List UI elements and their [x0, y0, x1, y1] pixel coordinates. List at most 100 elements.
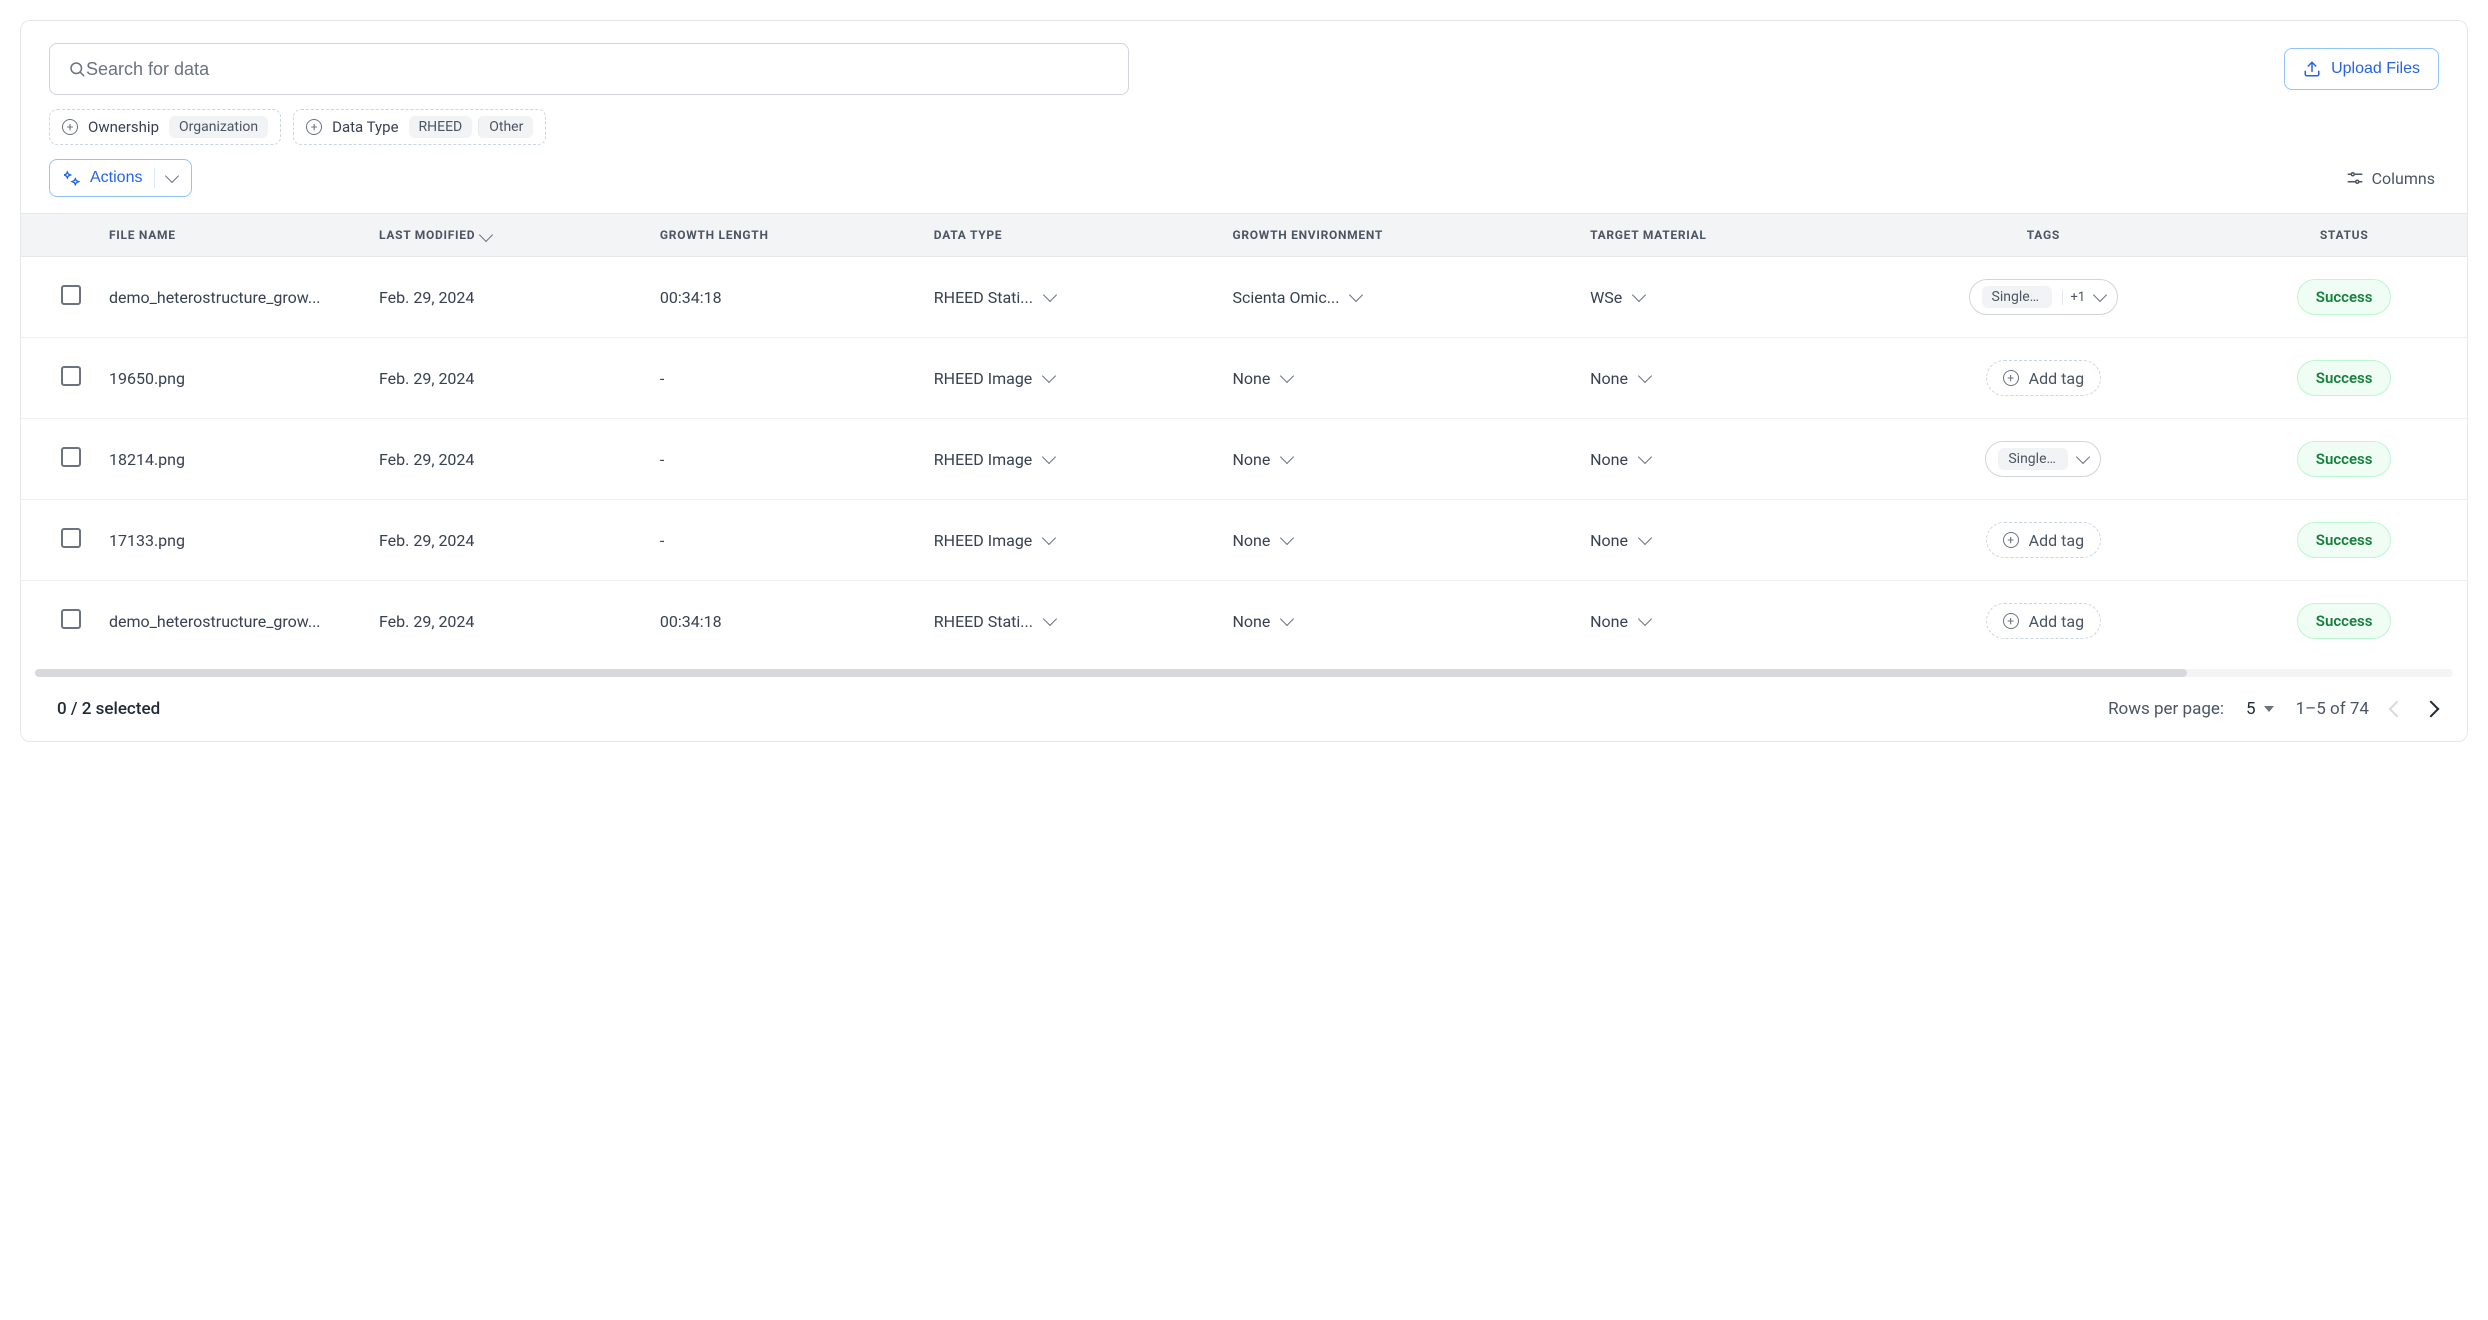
growth-length-cell: 00:34:18: [660, 288, 722, 307]
growth-environment-select[interactable]: None: [1232, 531, 1292, 550]
data-type-select[interactable]: RHEED Stati...: [934, 612, 1055, 631]
triangle-down-icon: [2264, 706, 2274, 712]
data-panel: Upload Files + Ownership Organization + …: [20, 20, 2468, 742]
sort-descending-icon: [479, 227, 493, 241]
add-tag-button[interactable]: +Add tag: [1986, 603, 2101, 639]
scrollbar-thumb[interactable]: [35, 669, 2187, 677]
tag-pill[interactable]: Single ...: [1985, 441, 2101, 477]
actions-button[interactable]: Actions: [49, 159, 192, 197]
page-range: 1–5 of 74: [2296, 699, 2369, 719]
chevron-down-icon: [1638, 450, 1652, 464]
row-checkbox[interactable]: [61, 609, 81, 629]
pagination: Rows per page: 5 1–5 of 74: [2108, 699, 2437, 719]
next-page-button[interactable]: [2423, 701, 2440, 718]
divider: [154, 168, 155, 188]
data-type-select[interactable]: RHEED Image: [934, 531, 1054, 550]
table-row: 19650.pngFeb. 29, 2024-RHEED ImageNoneNo…: [21, 338, 2467, 419]
row-checkbox[interactable]: [61, 366, 81, 386]
rows-per-page-label: Rows per page:: [2108, 699, 2224, 719]
filter-data-type-label: Data Type: [332, 118, 398, 136]
target-material-select[interactable]: None: [1590, 450, 1650, 469]
growth-environment-select[interactable]: None: [1232, 450, 1292, 469]
row-checkbox[interactable]: [61, 285, 81, 305]
add-tag-button[interactable]: + Add tag: [1986, 360, 2101, 396]
target-material-select[interactable]: None: [1590, 612, 1650, 631]
data-type-select[interactable]: RHEED Image: [934, 450, 1054, 469]
selection-count: 0 / 2 selected: [57, 699, 2108, 719]
col-growth-environment[interactable]: GROWTH ENVIRONMENT: [1218, 214, 1576, 257]
status-badge: Success: [2297, 441, 2392, 477]
last-modified-cell: Feb. 29, 2024: [379, 450, 474, 469]
filter-ownership-chips: Organization: [169, 116, 268, 138]
chevron-down-icon: [1280, 369, 1294, 383]
growth-length-cell: -: [660, 531, 664, 550]
plus-circle-icon: +: [62, 119, 78, 135]
add-tag-label: Add tag: [2029, 531, 2084, 550]
filter-data-type[interactable]: + Data Type RHEED Other: [293, 109, 546, 145]
row-checkbox[interactable]: [61, 528, 81, 548]
chevron-down-icon: [2093, 288, 2107, 302]
plus-circle-icon: +: [2003, 370, 2019, 386]
col-growth-length[interactable]: GROWTH LENGTH: [646, 214, 920, 257]
file-name-cell: demo_heterostructure_grow...: [109, 288, 351, 307]
chevron-down-icon: [1638, 531, 1652, 545]
table-row: demo_heterostructure_grow... Feb. 29, 202…: [21, 257, 2467, 338]
col-file-name[interactable]: FILE NAME: [95, 214, 365, 257]
chevron-down-icon: [1042, 531, 1056, 545]
prev-page-button[interactable]: [2389, 701, 2406, 718]
chevron-down-icon: [165, 169, 179, 183]
col-target-material[interactable]: TARGET MATERIAL: [1576, 214, 1865, 257]
chevron-down-icon: [1280, 450, 1294, 464]
table-row: 17133.pngFeb. 29, 2024-RHEED ImageNoneNo…: [21, 500, 2467, 581]
data-type-select[interactable]: RHEED Stati...: [934, 288, 1055, 307]
chevron-down-icon: [1280, 531, 1294, 545]
last-modified-cell: Feb. 29, 2024: [379, 369, 474, 388]
toolbar: Upload Files + Ownership Organization + …: [21, 21, 2467, 197]
tag-pill[interactable]: Single ...+1: [1969, 279, 2119, 315]
file-name-cell: 18214.png: [109, 450, 351, 469]
add-tag-button[interactable]: +Add tag: [1986, 522, 2101, 558]
rows-per-page-select[interactable]: 5: [2246, 699, 2274, 719]
col-data-type[interactable]: DATA TYPE: [920, 214, 1219, 257]
rows-per-page-value: 5: [2246, 699, 2256, 719]
chevron-down-icon: [2076, 450, 2090, 464]
col-last-modified[interactable]: LAST MODIFIED: [365, 214, 646, 257]
col-status[interactable]: STATUS: [2221, 214, 2467, 257]
table-header: FILE NAME LAST MODIFIED GROWTH LENGTH DA…: [21, 214, 2467, 257]
chip-organization: Organization: [169, 116, 268, 138]
growth-environment-select[interactable]: None: [1232, 612, 1292, 631]
chip-rheed: RHEED: [409, 116, 473, 138]
growth-environment-select[interactable]: None: [1232, 369, 1292, 388]
search-input[interactable]: [86, 59, 1110, 80]
upload-files-label: Upload Files: [2331, 60, 2420, 78]
table-row: demo_heterostructure_grow...Feb. 29, 202…: [21, 581, 2467, 662]
target-material-select[interactable]: None: [1590, 369, 1650, 388]
data-type-select[interactable]: RHEED Image: [934, 369, 1054, 388]
sliders-icon: [2346, 169, 2364, 187]
upload-files-button[interactable]: Upload Files: [2284, 48, 2439, 90]
action-row: Actions Columns: [49, 159, 2439, 197]
growth-environment-select[interactable]: Scienta Omic...: [1232, 288, 1361, 307]
status-badge: Success: [2297, 522, 2392, 558]
horizontal-scrollbar[interactable]: [35, 669, 2453, 677]
columns-button[interactable]: Columns: [2346, 169, 2439, 188]
chevron-down-icon: [1632, 288, 1646, 302]
growth-length-cell: -: [660, 450, 664, 469]
filter-row: + Ownership Organization + Data Type RHE…: [49, 109, 2439, 145]
chevron-down-icon: [1638, 369, 1652, 383]
plus-circle-icon: +: [2003, 613, 2019, 629]
plus-circle-icon: +: [306, 119, 322, 135]
last-modified-cell: Feb. 29, 2024: [379, 612, 474, 631]
row-checkbox[interactable]: [61, 447, 81, 467]
target-material-select[interactable]: None: [1590, 531, 1650, 550]
col-tags[interactable]: TAGS: [1865, 214, 2221, 257]
filter-ownership-label: Ownership: [88, 118, 159, 136]
last-modified-cell: Feb. 29, 2024: [379, 288, 474, 307]
target-material-select[interactable]: WSe: [1590, 288, 1644, 307]
add-tag-label: Add tag: [2029, 369, 2084, 388]
chevron-down-icon: [1042, 369, 1056, 383]
status-badge: Success: [2297, 279, 2392, 315]
status-badge: Success: [2297, 360, 2392, 396]
tag-extra-count: +1: [2062, 290, 2086, 305]
filter-ownership[interactable]: + Ownership Organization: [49, 109, 281, 145]
